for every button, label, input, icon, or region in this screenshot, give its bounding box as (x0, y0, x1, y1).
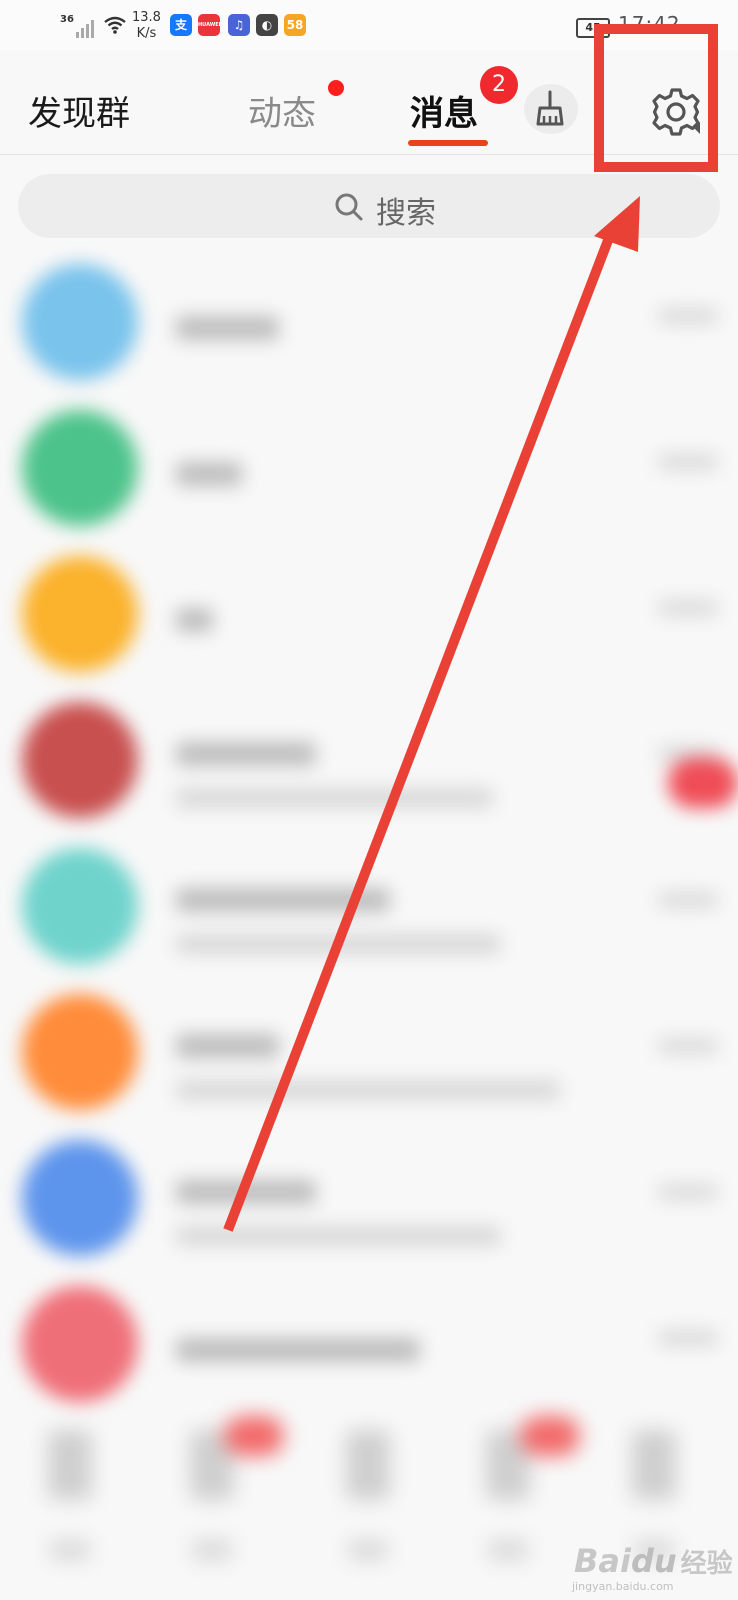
watermark-du: du (630, 1542, 677, 1580)
watermark-cn: 经验 (680, 1549, 733, 1579)
annotation-arrow (223, 196, 640, 1232)
watermark-brand: Baidu 经验 (574, 1542, 733, 1580)
screen: 36 13.8 K/s 支 HUAWEI ♫ ◐ 58 45 17:42 发现群 动态 … (0, 0, 738, 1600)
watermark-url: jingyan.baidu.com (572, 1580, 674, 1593)
baidu-watermark: Baidu 经验 jingyan.baidu.com (554, 1534, 734, 1594)
watermark-bai: Bai (574, 1542, 631, 1580)
